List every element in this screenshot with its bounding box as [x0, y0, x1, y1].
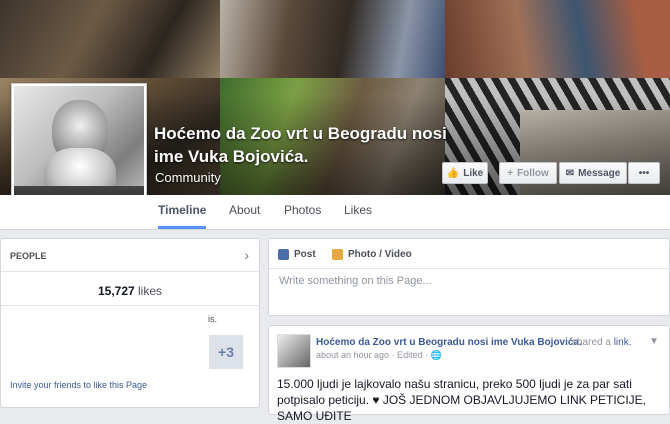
people-heading: PEOPLE [10, 251, 47, 261]
page-nav: Timeline About Photos Likes [0, 195, 670, 230]
post-avatar[interactable] [277, 334, 311, 368]
message-button[interactable]: ✉ Message [559, 162, 627, 184]
more-options-button[interactable]: ••• [628, 162, 660, 184]
plus-icon: + [507, 167, 514, 179]
post-author-link[interactable]: Hoćemo da Zoo vrt u Beogradu nosi ime Vu… [316, 337, 582, 348]
chevron-right-icon[interactable]: › [244, 247, 249, 263]
like-button[interactable]: 👍 Like [442, 162, 488, 184]
post-time[interactable]: about an hour ago · Edited · [316, 350, 431, 360]
message-icon: ✉ [565, 167, 575, 179]
page-title[interactable]: Hoćemo da Zoo vrt u Beogradu nosi ime Vu… [154, 122, 454, 168]
post-options-icon[interactable]: ▼ [649, 336, 659, 347]
like-label: Like [463, 167, 484, 179]
shared-link[interactable]: link. [614, 337, 632, 348]
composer: Post Photo / Video Write something on th… [268, 238, 670, 316]
likes-number: 15,727 [97, 284, 135, 298]
more-icon: ••• [638, 167, 650, 179]
follow-label: Follow [517, 167, 549, 179]
tab-likes[interactable]: Likes [344, 195, 372, 228]
tab-about[interactable]: About [229, 195, 260, 228]
post-tab-label: Post [294, 249, 316, 260]
shared-a-text: shared a [572, 337, 611, 348]
post-meta: about an hour ago · Edited · 🌐 [316, 350, 442, 361]
invite-friends-link[interactable]: Invite your friends to like this Page [10, 380, 147, 390]
friends-text-fragment: is. [208, 314, 217, 324]
follow-button[interactable]: + Follow [499, 162, 557, 184]
post-tab[interactable]: Post [278, 249, 316, 260]
likes-count: 15,727 likes [1, 284, 259, 298]
more-friends-badge[interactable]: +3 [209, 335, 243, 369]
page-category: Community [155, 170, 221, 185]
post-shared-text: shared a link. [572, 337, 632, 348]
post-text: 15.000 ljudi je lajkovalo našu stranicu,… [277, 377, 647, 423]
photo-video-tab[interactable]: Photo / Video [332, 249, 412, 260]
tab-photos[interactable]: Photos [284, 195, 321, 228]
thumbs-up-icon: 👍 [446, 167, 460, 179]
photo-video-label: Photo / Video [348, 249, 412, 260]
post-card: Hoćemo da Zoo vrt u Beogradu nosi ime Vu… [268, 325, 670, 423]
post-input[interactable]: Write something on this Page... [279, 275, 432, 287]
tab-timeline[interactable]: Timeline [158, 195, 207, 229]
photo-icon [332, 249, 343, 260]
message-label: Message [578, 167, 621, 179]
globe-icon: 🌐 [430, 350, 442, 360]
likes-word: likes [138, 284, 163, 298]
pencil-icon [278, 249, 289, 260]
